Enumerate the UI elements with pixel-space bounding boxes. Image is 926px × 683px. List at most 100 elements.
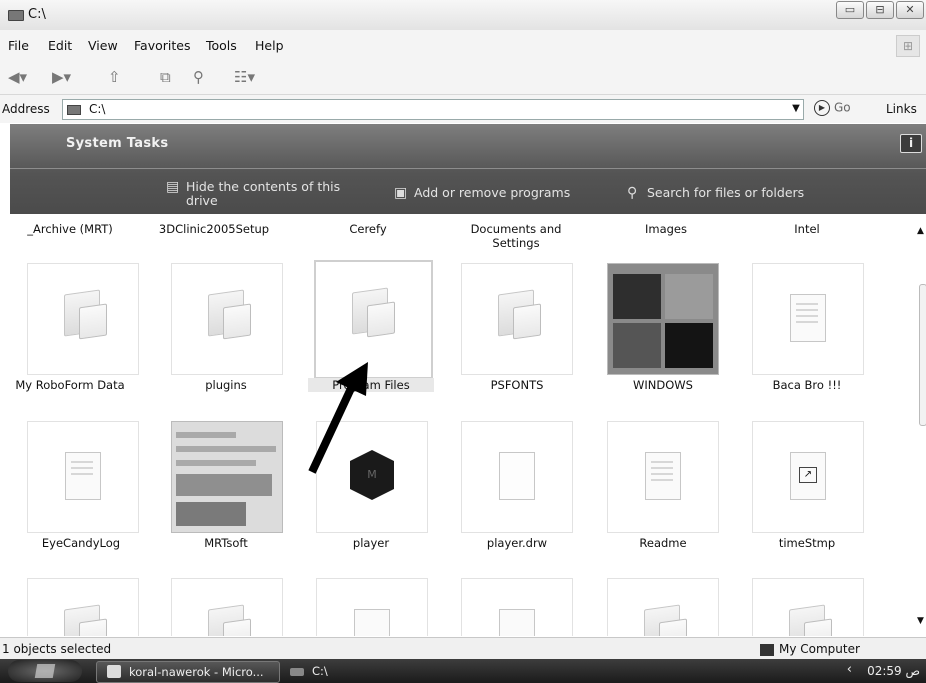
clock[interactable]: ص 02:59	[867, 664, 920, 678]
item-label[interactable]: player.drw	[454, 536, 580, 550]
document-icon	[499, 609, 535, 636]
folder-thumbnail[interactable]	[27, 578, 139, 636]
item-label[interactable]: WINDOWS	[600, 378, 726, 392]
task-add-remove-programs[interactable]: ▣ Add or remove programs	[394, 185, 571, 201]
minimize-button[interactable]: ▭	[836, 1, 864, 19]
system-tasks-heading[interactable]: System Tasks	[66, 136, 168, 151]
links-button[interactable]: Links	[886, 102, 917, 116]
back-button-icon[interactable]: ◀▾	[8, 68, 27, 86]
address-dropdown-icon[interactable]: ▼	[789, 100, 803, 118]
menu-favorites[interactable]: Favorites	[134, 38, 190, 53]
preview-line	[176, 446, 276, 452]
folder-thumbnail[interactable]	[607, 578, 719, 636]
windows-folder-thumbnail[interactable]	[607, 263, 719, 375]
computer-icon	[760, 643, 774, 656]
document-thumbnail[interactable]	[752, 263, 864, 375]
menu-tools[interactable]: Tools	[206, 38, 237, 53]
tray-expand-icon[interactable]: ‹	[847, 662, 852, 677]
toolbar: ◀▾ ▶▾ ⇧ ⧉ ⚲ ☷▾	[0, 60, 926, 95]
task-label: Add or remove programs	[414, 185, 571, 200]
item-label[interactable]: Intel	[747, 222, 867, 236]
window-title: C:\	[28, 7, 46, 22]
folder-icon	[64, 289, 100, 337]
item-label[interactable]: _Archive (MRT)	[10, 222, 130, 236]
forward-button-icon[interactable]: ▶▾	[52, 68, 71, 86]
maximize-button[interactable]: ⊟	[866, 1, 894, 19]
address-input[interactable]: C:\	[62, 99, 804, 120]
word-icon	[107, 665, 121, 678]
item-label[interactable]: 3DClinic2005Setup	[154, 222, 274, 236]
programs-icon: ▣	[394, 185, 408, 201]
folder-icon	[644, 604, 680, 636]
zone-status: My Computer	[760, 642, 860, 656]
taskbar-item-explorer[interactable]: C:\	[280, 661, 492, 681]
info-icon[interactable]: i	[900, 134, 922, 153]
vertical-scrollbar[interactable]: ▲ ▼	[916, 214, 926, 636]
doc-line	[71, 467, 93, 469]
selection-status: 1 objects selected	[2, 642, 112, 656]
folder-thumbnail[interactable]	[171, 263, 283, 375]
menu-view[interactable]: View	[88, 38, 118, 53]
preview-line	[176, 460, 256, 466]
taskbar-item-label: koral-nawerok - Micro...	[129, 665, 264, 679]
document-thumbnail[interactable]	[27, 421, 139, 533]
doc-line	[651, 479, 673, 481]
status-bar: 1 objects selected My Computer	[0, 637, 926, 660]
preview-tile	[613, 274, 661, 319]
mrtsoft-thumbnail[interactable]	[171, 421, 283, 533]
document-thumbnail[interactable]	[461, 578, 573, 636]
item-label[interactable]: My RoboForm Data	[10, 378, 133, 392]
folder-thumbnail[interactable]	[461, 263, 573, 375]
close-button[interactable]: ✕	[896, 1, 924, 19]
doc-line	[651, 467, 673, 469]
go-arrow-icon: ▶	[814, 100, 830, 116]
menu-file[interactable]: File	[8, 38, 29, 53]
folders-icon[interactable]: ⧉	[160, 68, 171, 86]
preview-tile	[613, 323, 661, 368]
preview-block	[176, 502, 246, 526]
item-label[interactable]: Documents and Settings	[456, 222, 576, 250]
taskbar-item-word[interactable]: koral-nawerok - Micro...	[96, 661, 280, 683]
scrollbar-thumb[interactable]	[919, 284, 926, 426]
folder-icon	[789, 604, 825, 636]
document-thumbnail[interactable]	[316, 578, 428, 636]
document-icon	[645, 452, 681, 500]
go-button[interactable]: ▶ Go	[814, 100, 851, 116]
document-thumbnail[interactable]	[607, 421, 719, 533]
doc-line	[796, 303, 818, 305]
item-label[interactable]: timeStmp	[744, 536, 870, 550]
item-label[interactable]: player	[308, 536, 434, 550]
zone-label: My Computer	[779, 642, 860, 656]
divider	[10, 168, 926, 169]
item-label[interactable]: Cerefy	[308, 222, 428, 236]
menu-edit[interactable]: Edit	[48, 38, 72, 53]
folder-icon	[352, 287, 388, 335]
file-thumbnail[interactable]	[461, 421, 573, 533]
item-label[interactable]: PSFONTS	[454, 378, 580, 392]
task-hide-drive-contents[interactable]: ▤ Hide the contents of this drive	[166, 180, 356, 208]
folder-thumbnail[interactable]	[171, 578, 283, 636]
search-icon[interactable]: ⚲	[193, 68, 204, 86]
item-label[interactable]: EyeCandyLog	[18, 536, 144, 550]
up-folder-icon[interactable]: ⇧	[108, 68, 121, 86]
item-label[interactable]: Readme	[600, 536, 726, 550]
task-label: Search for files or folders	[647, 185, 805, 200]
doc-line	[796, 309, 818, 311]
scroll-down-icon[interactable]: ▼	[917, 616, 924, 626]
menu-help[interactable]: Help	[255, 38, 284, 53]
document-thumbnail[interactable]: ↗	[752, 421, 864, 533]
scroll-up-icon[interactable]: ▲	[917, 226, 924, 236]
taskbar: koral-nawerok - Micro... C:\ ‹ ص 02:59	[0, 659, 926, 683]
views-icon[interactable]: ☷▾	[234, 68, 255, 86]
folder-thumbnail[interactable]	[27, 263, 139, 375]
address-bar: Address C:\ ▼ ▶ Go Links	[0, 95, 926, 123]
task-search-files[interactable]: ⚲ Search for files or folders	[627, 185, 805, 201]
title-bar: C:\ ▭ ⊟ ✕	[0, 0, 926, 31]
folder-thumbnail[interactable]	[752, 578, 864, 636]
item-label[interactable]: Images	[606, 222, 726, 236]
item-label[interactable]: Baca Bro !!!	[744, 378, 870, 392]
start-button[interactable]	[8, 660, 82, 682]
item-label[interactable]: plugins	[163, 378, 289, 392]
item-label[interactable]: MRTsoft	[163, 536, 289, 550]
search-icon: ⚲	[627, 185, 638, 201]
